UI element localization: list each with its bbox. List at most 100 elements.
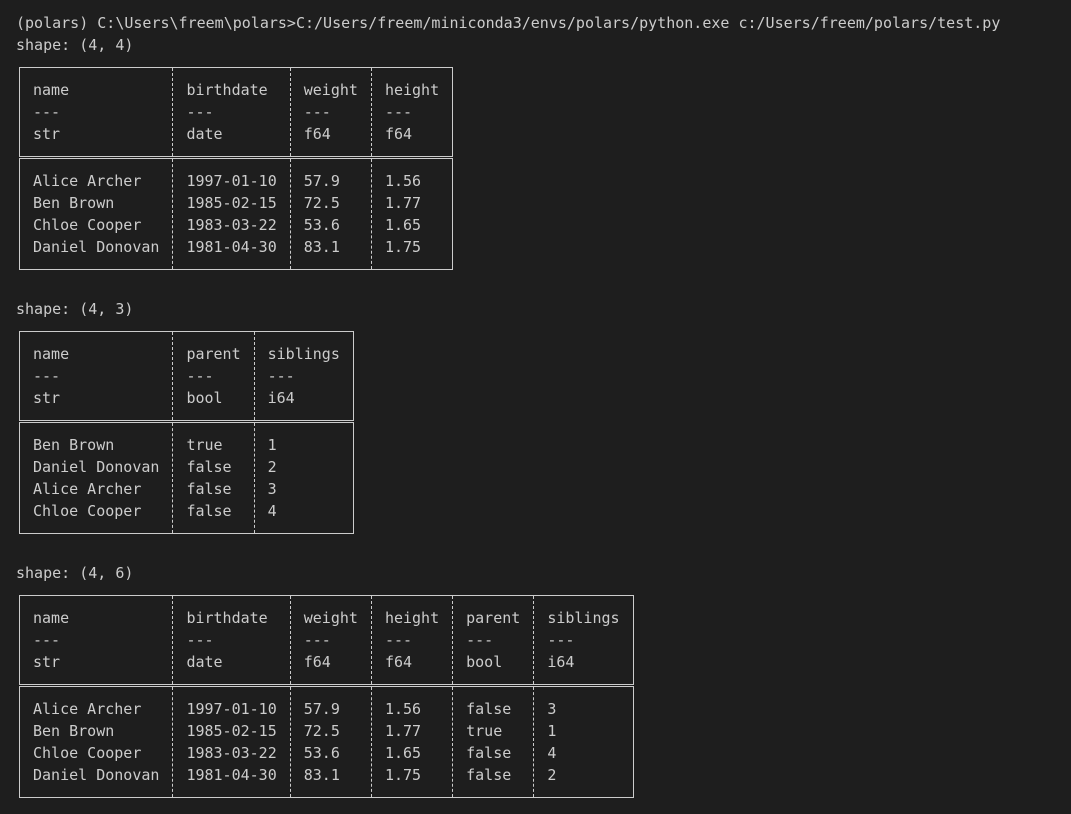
- table-cell: 57.9: [303, 700, 340, 718]
- table-cell: 1.56: [384, 172, 422, 190]
- column-values: 1997-01-10 1985-02-15 1983-03-22 1981-04-30: [172, 157, 291, 270]
- table-cell: 57.9: [303, 172, 340, 190]
- column-header: siblings --- i64: [533, 595, 634, 686]
- table-cell: 4: [267, 502, 277, 520]
- table-cell: 1997-01-10: [186, 172, 277, 190]
- shape-label: shape: (4, 3): [16, 300, 134, 318]
- header-separator: ---: [267, 367, 295, 385]
- shape-label: shape: (4, 6): [16, 564, 134, 582]
- column-header: height --- f64: [370, 595, 453, 686]
- column-dtype: i64: [267, 389, 295, 407]
- table-cell: 2: [267, 458, 277, 476]
- table-cell: 3: [267, 480, 277, 498]
- table-cell: false: [186, 480, 232, 498]
- table-cell: false: [466, 766, 512, 784]
- shape-label: shape: (4, 4): [16, 36, 134, 54]
- column-dtype: i64: [547, 653, 575, 671]
- column-name: name: [33, 609, 70, 627]
- header-separator: ---: [303, 631, 331, 649]
- column-values: Alice Archer Ben Brown Chloe Cooper Daniel …: [20, 686, 173, 798]
- table-cell: 1985-02-15: [186, 722, 277, 740]
- dataframe-table: name --- str birthdate --- date weight --- f64 he…: [19, 595, 634, 798]
- column-header: birthdate --- date: [172, 595, 291, 686]
- column-dtype: date: [186, 653, 223, 671]
- column-dtype: bool: [466, 653, 503, 671]
- table-cell: 2: [547, 766, 557, 784]
- table-cell: true: [466, 722, 503, 740]
- column-name: weight: [303, 81, 358, 99]
- command-prompt-line: (polars) C:\Users\freem\polars>C:/Users/…: [16, 14, 1001, 32]
- column-name: name: [33, 345, 70, 363]
- dataframe-table: name --- str parent --- bool siblings --- i64 Ben…: [19, 331, 354, 534]
- table-cell: 53.6: [303, 216, 340, 234]
- column-name: height: [384, 81, 440, 99]
- column-dtype: f64: [303, 125, 331, 143]
- table-cell: Daniel Donovan: [33, 458, 160, 476]
- header-separator: ---: [33, 103, 61, 121]
- column-header: weight --- f64: [289, 595, 372, 686]
- column-dtype: str: [33, 389, 61, 407]
- table-cell: false: [186, 502, 232, 520]
- header-separator: ---: [466, 631, 494, 649]
- table-cell: Chloe Cooper: [33, 744, 142, 762]
- column-values: 1997-01-10 1985-02-15 1983-03-22 1981-04-30: [172, 685, 291, 798]
- column-header: birthdate --- date: [172, 67, 291, 158]
- column-header: parent --- bool: [172, 331, 255, 422]
- table-cell: false: [186, 458, 232, 476]
- header-separator: ---: [186, 631, 214, 649]
- table-cell: 1.65: [384, 216, 422, 234]
- table-cell: 72.5: [303, 722, 340, 740]
- header-separator: ---: [384, 631, 413, 649]
- table-cell: 83.1: [303, 238, 340, 256]
- column-dtype: str: [33, 653, 61, 671]
- column-name: parent: [186, 345, 241, 363]
- dataframe-table: name --- str birthdate --- date weight --- f64 he…: [19, 67, 454, 270]
- table-cell: Ben Brown: [33, 436, 115, 454]
- column-dtype: str: [33, 125, 61, 143]
- table-cell: Ben Brown: [33, 194, 115, 212]
- table-cell: 72.5: [303, 194, 340, 212]
- column-values: 3 1 4 2: [533, 685, 634, 798]
- table-cell: false: [466, 744, 512, 762]
- table-cell: 1.56: [384, 700, 422, 718]
- table-cell: 1.75: [384, 766, 422, 784]
- column-dtype: f64: [303, 653, 331, 671]
- column-header: name --- str: [20, 68, 173, 158]
- table-cell: 1.77: [384, 722, 422, 740]
- header-separator: ---: [33, 367, 61, 385]
- table-cell: Alice Archer: [33, 172, 142, 190]
- table-cell: 4: [547, 744, 557, 762]
- column-values: 1 2 3 4: [253, 421, 354, 534]
- column-dtype: date: [186, 125, 223, 143]
- column-name: siblings: [267, 345, 340, 363]
- table-cell: Alice Archer: [33, 700, 142, 718]
- table-cell: Chloe Cooper: [33, 502, 142, 520]
- table-cell: 83.1: [303, 766, 340, 784]
- column-header: parent --- bool: [452, 595, 534, 686]
- column-values: 57.9 72.5 53.6 83.1: [289, 685, 372, 798]
- column-header: name --- str: [20, 332, 173, 422]
- table-cell: 3: [547, 700, 557, 718]
- column-values: Alice Archer Ben Brown Chloe Cooper Daniel …: [20, 158, 173, 270]
- column-name: height: [384, 609, 440, 627]
- column-header: height --- f64: [370, 67, 453, 158]
- column-name: name: [33, 81, 70, 99]
- table-cell: 1983-03-22: [186, 216, 277, 234]
- table-cell: 1985-02-15: [186, 194, 277, 212]
- table-cell: 1.77: [384, 194, 422, 212]
- table-cell: Alice Archer: [33, 480, 142, 498]
- table-cell: 53.6: [303, 744, 340, 762]
- column-values: 1.56 1.77 1.65 1.75: [370, 157, 453, 270]
- table-body: Ben Brown Daniel Donovan Alice Archer Chloe…: [20, 421, 354, 534]
- column-name: birthdate: [186, 609, 268, 627]
- table-cell: Daniel Donovan: [33, 238, 160, 256]
- table-cell: 1983-03-22: [186, 744, 277, 762]
- table-cell: 1997-01-10: [186, 700, 277, 718]
- header-separator: ---: [547, 631, 575, 649]
- column-values: 1.56 1.77 1.65 1.75: [370, 685, 453, 798]
- table-cell: Chloe Cooper: [33, 216, 142, 234]
- table-cell: 1: [547, 722, 557, 740]
- column-values: 57.9 72.5 53.6 83.1: [289, 157, 372, 270]
- table-cell: 1981-04-30: [186, 766, 277, 784]
- column-header: name --- str: [20, 596, 173, 686]
